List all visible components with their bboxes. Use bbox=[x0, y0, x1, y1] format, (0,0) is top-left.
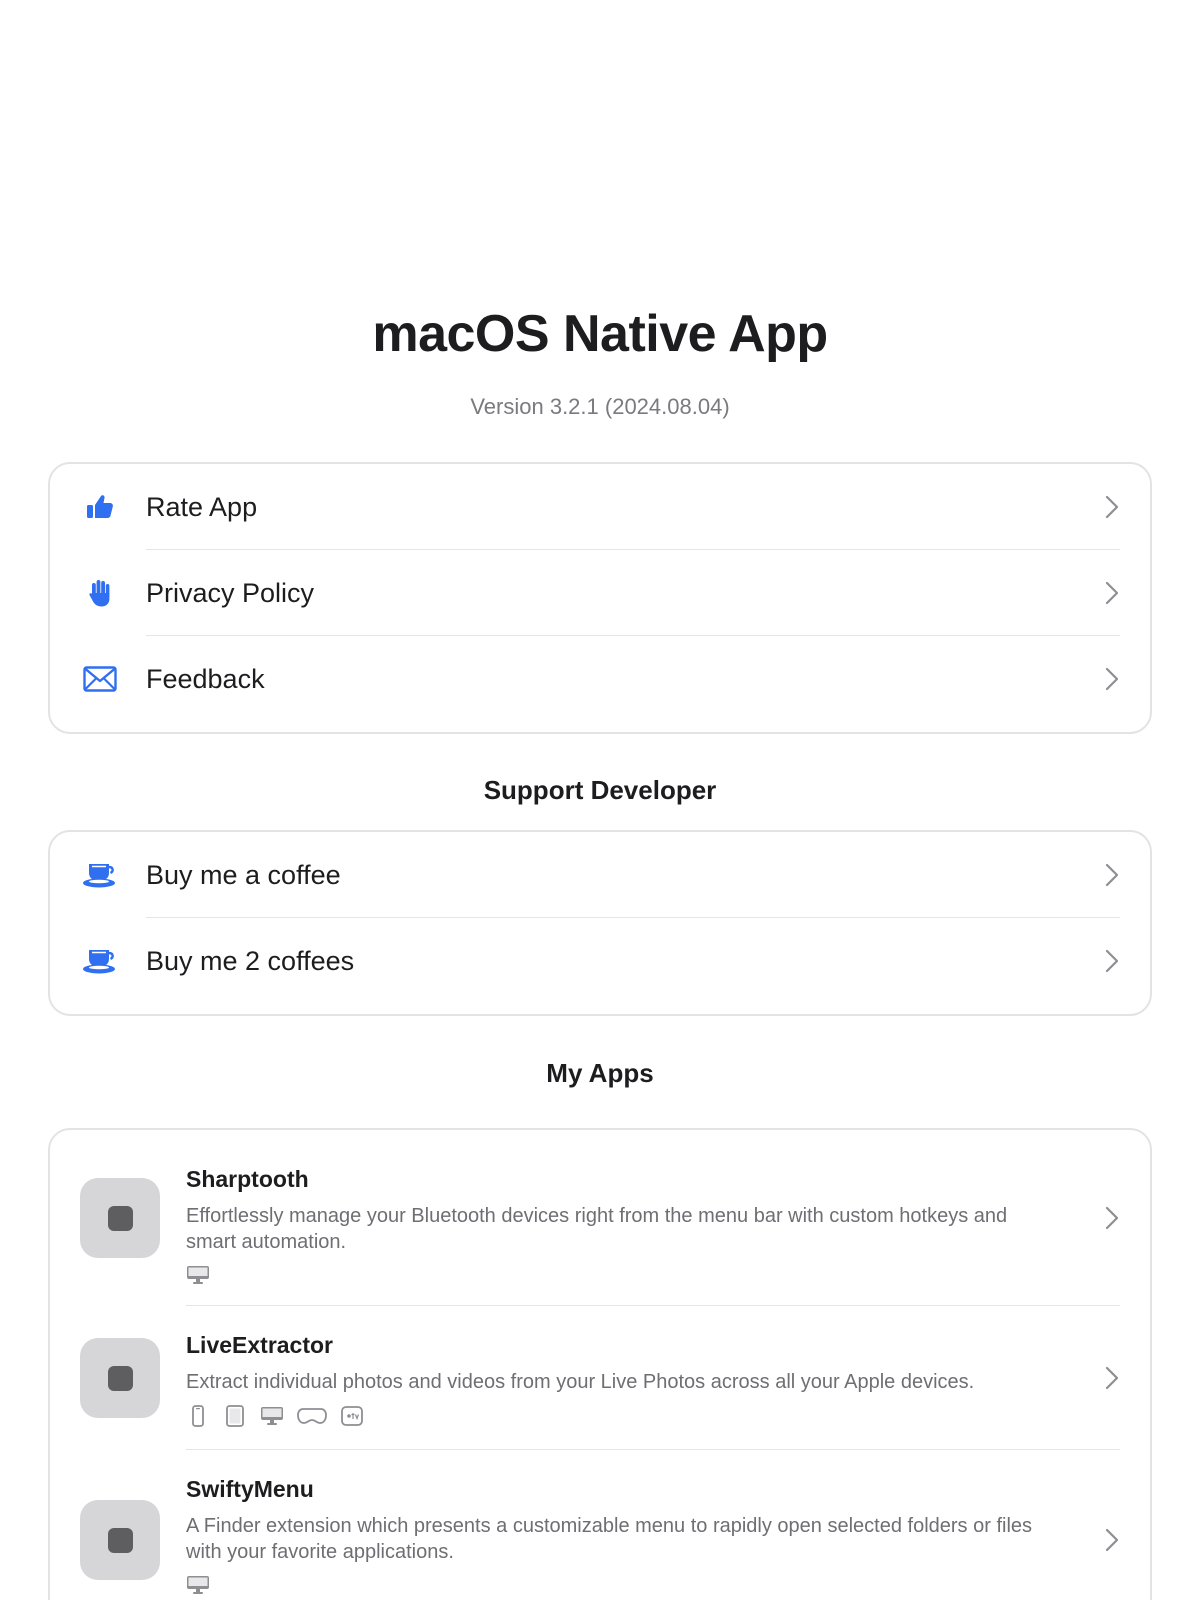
chevron-right-icon bbox=[1105, 495, 1119, 519]
vision-pro-icon bbox=[297, 1408, 327, 1424]
chevron-right-icon bbox=[1105, 1206, 1119, 1230]
rate-app-label: Rate App bbox=[146, 491, 258, 522]
app-description: Extract individual photos and videos fro… bbox=[186, 1371, 975, 1393]
chevron-right-icon bbox=[1105, 581, 1119, 605]
chevron-right-icon bbox=[1105, 1528, 1119, 1552]
support-card: Buy me a coffee Buy me 2 coffees bbox=[48, 830, 1152, 1016]
app-name: SwiftyMenu bbox=[186, 1476, 314, 1502]
app-description: A Finder extension which presents a cust… bbox=[186, 1515, 1033, 1563]
mac-icon bbox=[187, 1266, 209, 1284]
about-page: macOS Native App Version 3.2.1 (2024.08.… bbox=[0, 0, 1200, 1600]
chevron-right-icon bbox=[1105, 1366, 1119, 1390]
privacy-policy-row[interactable]: Privacy Policy bbox=[50, 550, 1150, 636]
privacy-policy-label: Privacy Policy bbox=[146, 577, 315, 608]
buy-coffee-row[interactable]: Buy me a coffee bbox=[50, 832, 1150, 918]
apple-tv-icon bbox=[341, 1406, 363, 1426]
rate-app-row[interactable]: Rate App bbox=[50, 464, 1150, 550]
feedback-label: Feedback bbox=[146, 663, 265, 694]
app-icon-placeholder bbox=[80, 1500, 160, 1580]
buy-two-coffees-row[interactable]: Buy me 2 coffees bbox=[50, 918, 1150, 1004]
links-card: Rate App Privacy Policy Feedback bbox=[48, 462, 1152, 734]
chevron-right-icon bbox=[1105, 667, 1119, 691]
app-row-liveextractor[interactable]: LiveExtractor Extract individual photos … bbox=[50, 1306, 1150, 1450]
coffee-cup-icon bbox=[80, 855, 120, 895]
buy-two-coffees-label: Buy me 2 coffees bbox=[146, 945, 355, 976]
support-developer-header: Support Developer bbox=[483, 775, 717, 805]
iphone-icon bbox=[192, 1405, 204, 1427]
platform-icons bbox=[186, 1575, 1060, 1595]
my-apps-header: My Apps bbox=[546, 1058, 654, 1088]
chevron-right-icon bbox=[1105, 863, 1119, 887]
platform-icons bbox=[186, 1265, 1060, 1285]
app-row-swiftymenu[interactable]: SwiftyMenu A Finder extension which pres… bbox=[50, 1450, 1150, 1600]
my-apps-card: Sharptooth Effortlessly manage your Blue… bbox=[48, 1128, 1152, 1600]
coffee-cup-icon bbox=[80, 941, 120, 981]
app-description: Effortlessly manage your Bluetooth devic… bbox=[186, 1205, 1008, 1253]
feedback-row[interactable]: Feedback bbox=[50, 636, 1150, 722]
app-icon-placeholder bbox=[80, 1338, 160, 1418]
app-icon-placeholder bbox=[80, 1178, 160, 1258]
raised-hand-icon bbox=[80, 573, 120, 613]
mac-icon bbox=[187, 1576, 209, 1594]
thumbs-up-icon bbox=[80, 487, 120, 527]
ipad-icon bbox=[226, 1405, 244, 1427]
app-row-sharptooth[interactable]: Sharptooth Effortlessly manage your Blue… bbox=[50, 1130, 1150, 1306]
app-name: Sharptooth bbox=[186, 1166, 309, 1192]
app-version: Version 3.2.1 (2024.08.04) bbox=[470, 394, 730, 419]
chevron-right-icon bbox=[1105, 949, 1119, 973]
mac-icon bbox=[261, 1407, 283, 1425]
app-title: macOS Native App bbox=[372, 305, 828, 363]
buy-coffee-label: Buy me a coffee bbox=[146, 859, 341, 890]
app-name: LiveExtractor bbox=[186, 1332, 334, 1358]
envelope-icon bbox=[80, 659, 120, 699]
platform-icons bbox=[186, 1405, 1060, 1427]
